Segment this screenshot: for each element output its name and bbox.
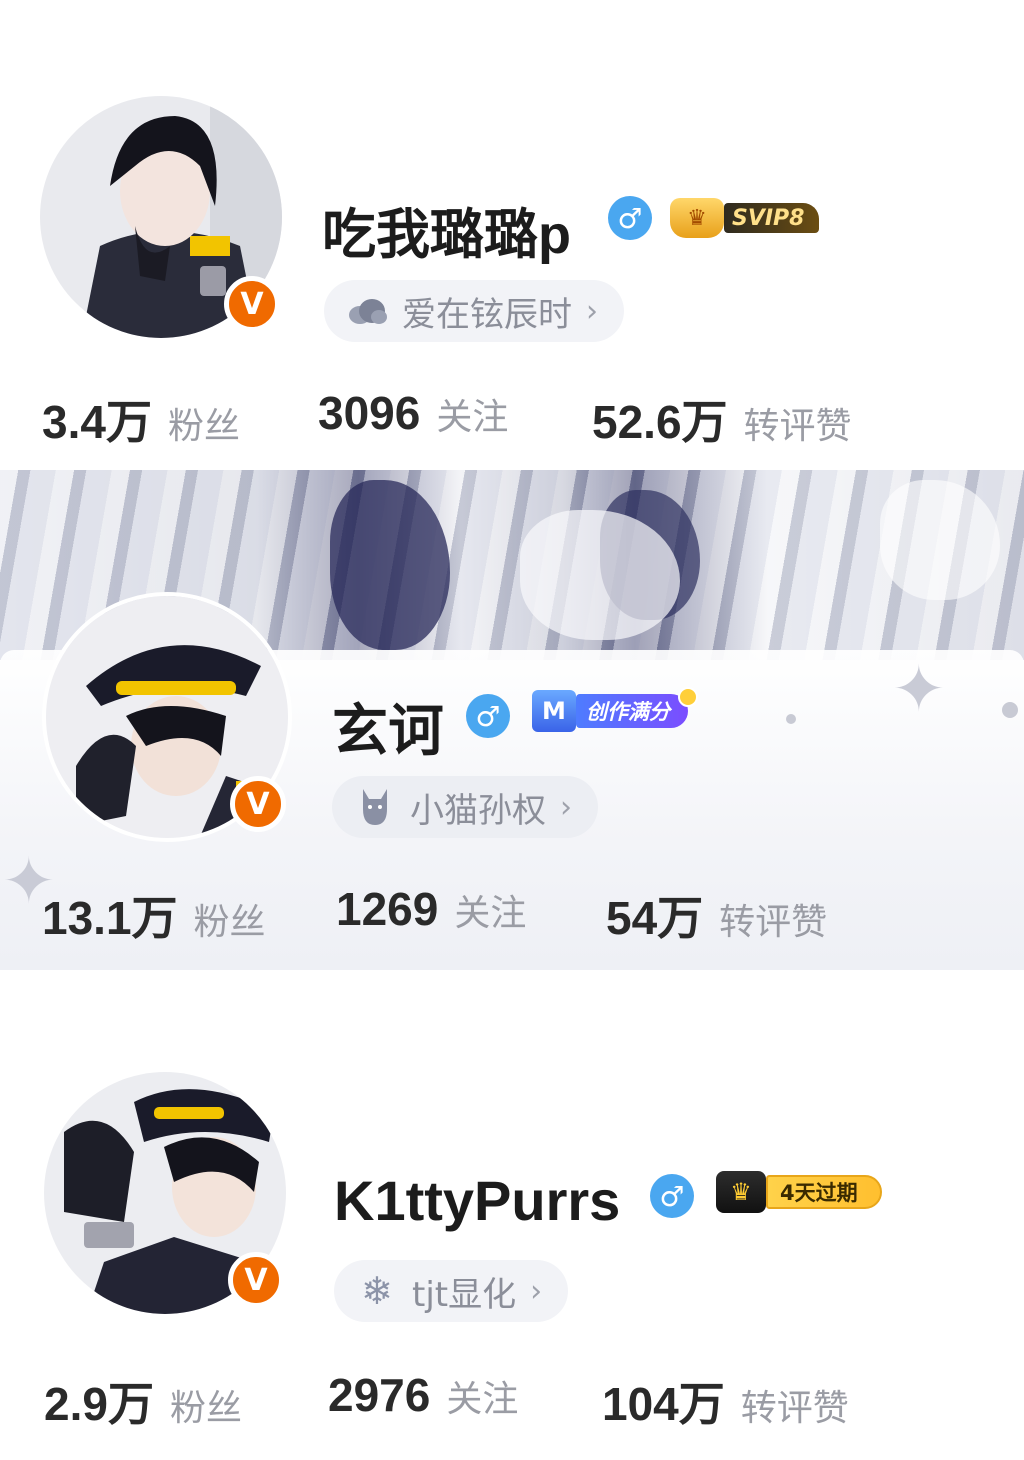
cat-icon	[354, 786, 396, 828]
stat-likes[interactable]: 104万 转评赞	[602, 1368, 849, 1434]
sparkle-icon: ✦	[892, 653, 946, 727]
creator-badge[interactable]: M 创作满分	[532, 687, 698, 732]
expiry-label: 4天过期	[766, 1175, 882, 1209]
stat-following[interactable]: 3096 关注	[318, 386, 508, 440]
fan-group-pill[interactable]: ❄ tjt显化 ›	[334, 1260, 569, 1322]
verified-badge-icon: V	[230, 776, 286, 832]
stat-following[interactable]: 1269 关注	[336, 882, 526, 936]
male-gender-icon: ♂	[608, 196, 652, 240]
cloud-icon	[346, 290, 388, 332]
stat-likes[interactable]: 54万 转评赞	[606, 882, 827, 948]
stat-label: 关注	[436, 397, 509, 438]
profile-card-3: V K1ttyPurrs ♂ ♛ 4天过期 ❄ tjt显化 › 2.9万 粉丝 …	[0, 970, 1024, 1460]
male-gender-icon: ♂	[650, 1174, 694, 1218]
crown-icon: ♛	[716, 1171, 766, 1213]
stat-label: 转评赞	[740, 1388, 849, 1429]
stat-value: 3096	[318, 387, 421, 439]
membership-expiry-badge[interactable]: ♛ 4天过期	[716, 1170, 882, 1214]
chevron-right-icon: ›	[530, 1273, 543, 1309]
avatar[interactable]: V	[40, 1068, 290, 1318]
stat-followers[interactable]: 2.9万 粉丝	[44, 1368, 242, 1434]
sparkle-dot	[786, 714, 796, 724]
profile-card-1: V 吃我璐璐p ♂ ♛ SVIP8 爱在铉辰时 › 3.4万 粉丝 3096 关…	[0, 0, 1024, 470]
profile-name: 吃我璐璐p	[322, 205, 571, 265]
stat-followers[interactable]: 13.1万 粉丝	[42, 882, 266, 948]
chevron-right-icon: ›	[560, 789, 572, 825]
avatar[interactable]: V	[36, 92, 286, 342]
creator-icon: M	[532, 690, 576, 732]
crown-icon: ♛	[670, 198, 724, 238]
stat-label: 粉丝	[169, 1388, 242, 1429]
creator-label: 创作满分	[576, 694, 688, 728]
stat-value: 104万	[602, 1378, 725, 1430]
stat-following[interactable]: 2976 关注	[328, 1368, 518, 1422]
stat-label: 粉丝	[167, 406, 240, 447]
svip-badge[interactable]: ♛ SVIP8	[670, 198, 819, 238]
male-gender-icon: ♂	[466, 694, 510, 738]
stat-value: 52.6万	[592, 396, 728, 448]
stat-followers[interactable]: 3.4万 粉丝	[42, 386, 240, 452]
profile-name: 玄诃	[332, 699, 444, 762]
stat-label: 粉丝	[193, 902, 266, 943]
profile-name: K1ttyPurrs	[334, 1169, 621, 1232]
stat-label: 转评赞	[719, 902, 828, 943]
fan-group-pill[interactable]: 爱在铉辰时 ›	[324, 280, 624, 342]
stat-likes[interactable]: 52.6万 转评赞	[592, 386, 852, 452]
emoji-icon	[678, 687, 698, 707]
stat-label: 关注	[454, 893, 527, 934]
chevron-right-icon: ›	[586, 293, 598, 329]
stat-value: 2.9万	[44, 1378, 154, 1430]
stat-value: 3.4万	[42, 396, 152, 448]
avatar[interactable]: V	[42, 592, 292, 842]
verified-badge-icon: V	[228, 1252, 284, 1308]
profile-card-2: ✦ ✦ ✦ V 玄诃 ♂ M 创作满分 小猫孙权 ›	[0, 470, 1024, 970]
pill-label: 小猫孙权	[410, 790, 546, 831]
stat-value: 13.1万	[42, 892, 178, 944]
stat-value: 1269	[336, 883, 439, 935]
stat-label: 转评赞	[743, 406, 852, 447]
fan-group-pill[interactable]: 小猫孙权 ›	[332, 776, 598, 838]
stat-value: 2976	[328, 1369, 431, 1421]
pill-label: 爱在铉辰时	[402, 294, 572, 335]
snowflake-icon: ❄	[361, 1269, 393, 1313]
sparkle-dot	[1002, 702, 1018, 718]
stat-label: 关注	[446, 1379, 519, 1420]
pill-label: tjt显化	[412, 1274, 517, 1315]
svip-label: SVIP8	[724, 203, 819, 233]
stat-value: 54万	[606, 892, 704, 944]
verified-badge-icon: V	[224, 276, 280, 332]
